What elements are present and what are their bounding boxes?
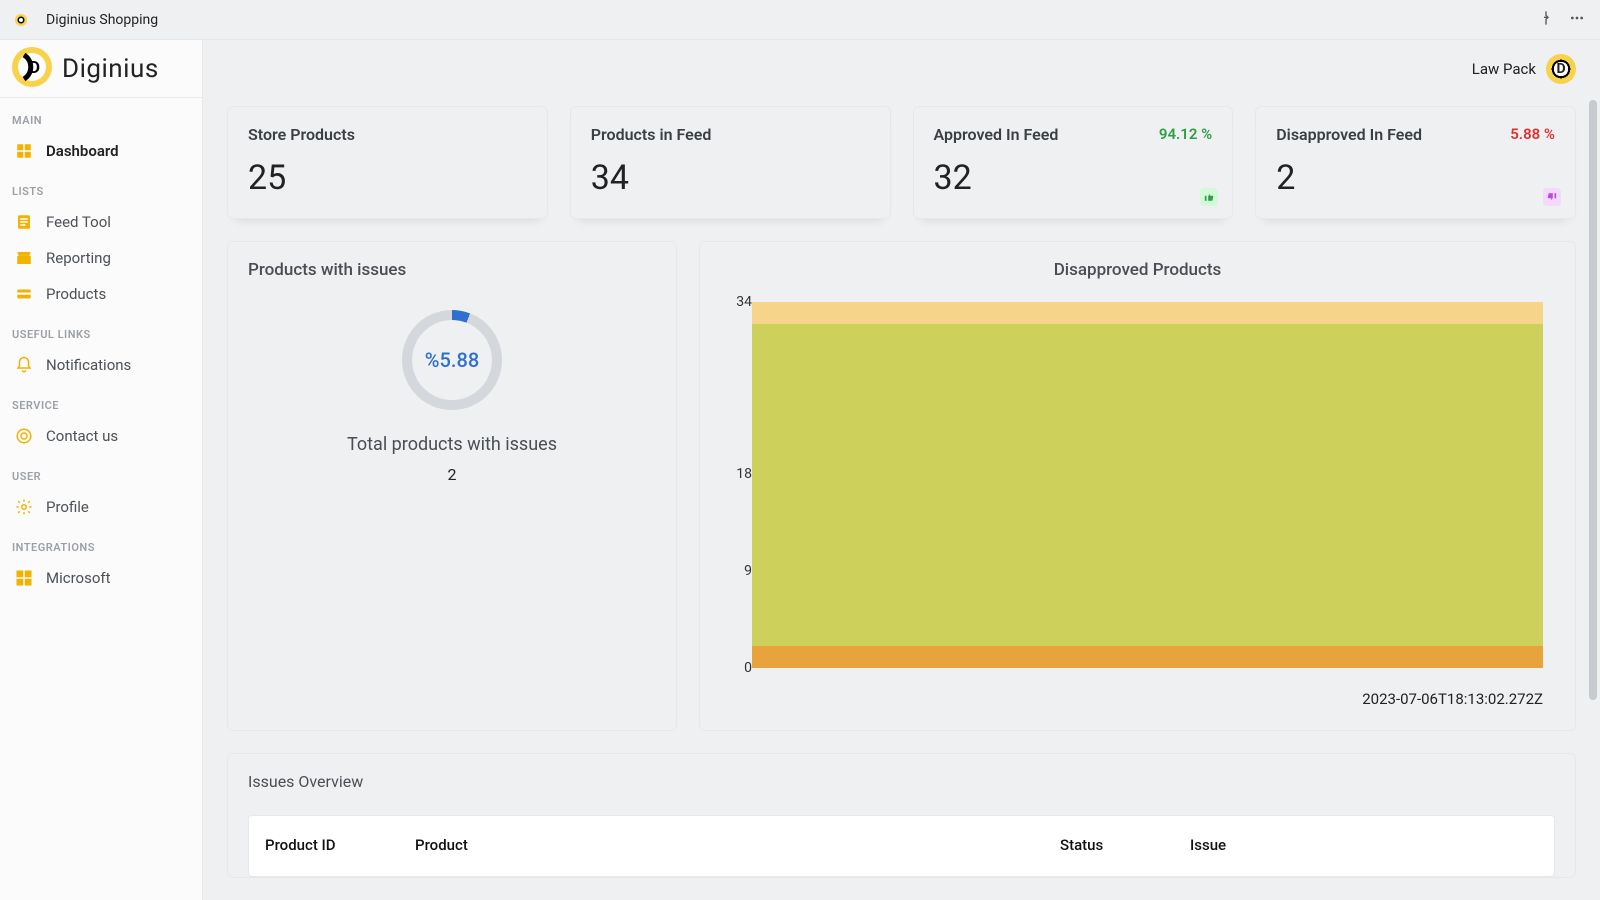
sidebar-section-service: SERVICE (0, 383, 202, 418)
user-display-name: Law Pack (1472, 60, 1536, 78)
card-disapproved[interactable]: Disapproved In Feed 5.88 % 2 (1255, 106, 1576, 219)
panel-issues-overview: Issues Overview Product ID Product Statu… (227, 753, 1576, 878)
issues-overview-title: Issues Overview (248, 772, 1555, 791)
card-value: 2 (1276, 158, 1555, 198)
sidebar-item-reporting[interactable]: Reporting (0, 240, 202, 276)
sidebar-section-integrations: INTEGRATIONS (0, 525, 202, 560)
gear-icon (14, 497, 34, 517)
col-issue[interactable]: Issue (1174, 830, 1554, 860)
user-chip[interactable]: Law Pack (1472, 54, 1576, 84)
col-product[interactable]: Product (399, 830, 1044, 860)
list-icon (14, 212, 34, 232)
y-tick: 9 (744, 563, 752, 579)
sidebar-item-microsoft[interactable]: Microsoft (0, 560, 202, 596)
brand-mark-icon: D (10, 45, 54, 93)
donut-chart: %5.88 (402, 310, 502, 410)
donut-count: 2 (448, 465, 457, 484)
sidebar-item-notifications[interactable]: Notifications (0, 347, 202, 383)
app-title: Diginius Shopping (46, 12, 158, 28)
card-icon (14, 284, 34, 304)
sidebar-item-products[interactable]: Products (0, 276, 202, 312)
sidebar-item-label: Profile (46, 498, 89, 516)
donut-center-text: %5.88 (425, 348, 479, 372)
sidebar-item-feed-tool[interactable]: Feed Tool (0, 204, 202, 240)
x-axis-label: 2023-07-06T18:13:02.272Z (1362, 690, 1543, 708)
panel-products-with-issues: Products with issues %5.88 Total product… (227, 241, 677, 731)
issues-table: Product ID Product Status Issue (249, 830, 1554, 860)
card-value: 25 (248, 158, 527, 198)
issues-table-container: Product ID Product Status Issue (248, 815, 1555, 877)
card-approved[interactable]: Approved In Feed 94.12 % 32 (913, 106, 1234, 219)
content: Law Pack Store Products 25 Products in F… (203, 40, 1600, 900)
bell-icon (14, 355, 34, 375)
avatar (1546, 54, 1576, 84)
sidebar-section-user: USER (0, 454, 202, 489)
panel-disapproved-products: Disapproved Products 34 18 9 0 2023-07-0… (699, 241, 1576, 731)
thumbs-up-icon (1200, 188, 1218, 206)
sidebar-section-useful: USEFUL LINKS (0, 312, 202, 347)
sidebar-item-label: Dashboard (46, 142, 119, 160)
bar-segment (752, 646, 1543, 668)
bar-segment (752, 302, 1543, 324)
titlebar-right (1538, 10, 1586, 30)
col-product-id[interactable]: Product ID (249, 830, 399, 860)
sidebar-item-label: Notifications (46, 356, 131, 374)
col-status[interactable]: Status (1044, 830, 1174, 860)
sidebar-section-lists: LISTS (0, 169, 202, 204)
svg-text:D: D (29, 58, 40, 78)
y-tick: 18 (736, 466, 752, 482)
y-axis-ticks: 34 18 9 0 (722, 302, 752, 668)
grid-icon (14, 141, 34, 161)
donut-wrap: %5.88 Total products with issues 2 (248, 310, 656, 484)
kpi-cards: Store Products 25 Products in Feed 34 Ap… (203, 98, 1600, 219)
content-scroll[interactable]: Law Pack Store Products 25 Products in F… (203, 40, 1600, 900)
card-label: Store Products (248, 125, 527, 144)
sidebar-item-profile[interactable]: Profile (0, 489, 202, 525)
panels-row: Products with issues %5.88 Total product… (203, 219, 1600, 731)
sidebar-item-label: Contact us (46, 427, 118, 445)
bar-segment (752, 324, 1543, 647)
headset-icon (14, 426, 34, 446)
titlebar: Diginius Shopping (0, 0, 1600, 40)
donut-subtitle: Total products with issues (347, 434, 557, 455)
y-tick: 0 (744, 660, 752, 676)
microsoft-icon (14, 568, 34, 588)
stacked-bar (752, 302, 1543, 668)
scrollbar-thumb[interactable] (1589, 100, 1597, 700)
panel-title: Disapproved Products (720, 260, 1555, 280)
thumbs-down-icon (1543, 188, 1561, 206)
card-value: 32 (934, 158, 1213, 198)
card-store-products[interactable]: Store Products 25 (227, 106, 548, 219)
app-shell: D Diginius MAIN Dashboard LISTS Feed Too… (0, 40, 1600, 900)
store-icon (14, 248, 34, 268)
sidebar-item-label: Products (46, 285, 106, 303)
app-logo-icon (14, 13, 36, 27)
brand-name: Diginius (62, 54, 159, 84)
card-percent: 5.88 % (1510, 125, 1555, 143)
card-percent: 94.12 % (1159, 125, 1212, 143)
pin-icon[interactable] (1538, 10, 1554, 30)
card-products-in-feed[interactable]: Products in Feed 34 (570, 106, 891, 219)
sidebar-item-dashboard[interactable]: Dashboard (0, 133, 202, 169)
titlebar-left: Diginius Shopping (14, 12, 158, 28)
more-icon[interactable] (1568, 10, 1586, 30)
table-header-row: Product ID Product Status Issue (249, 830, 1554, 860)
panel-title: Products with issues (248, 260, 656, 280)
sidebar-item-label: Feed Tool (46, 213, 111, 231)
sidebar-section-main: MAIN (0, 98, 202, 133)
sidebar-logo[interactable]: D Diginius (0, 40, 202, 98)
card-label: Products in Feed (591, 125, 870, 144)
sidebar-item-label: Microsoft (46, 569, 111, 587)
sidebar: D Diginius MAIN Dashboard LISTS Feed Too… (0, 40, 203, 900)
sidebar-item-contact[interactable]: Contact us (0, 418, 202, 454)
content-header: Law Pack (203, 40, 1600, 98)
sidebar-item-label: Reporting (46, 249, 111, 267)
card-value: 34 (591, 158, 870, 198)
y-tick: 34 (736, 294, 752, 310)
